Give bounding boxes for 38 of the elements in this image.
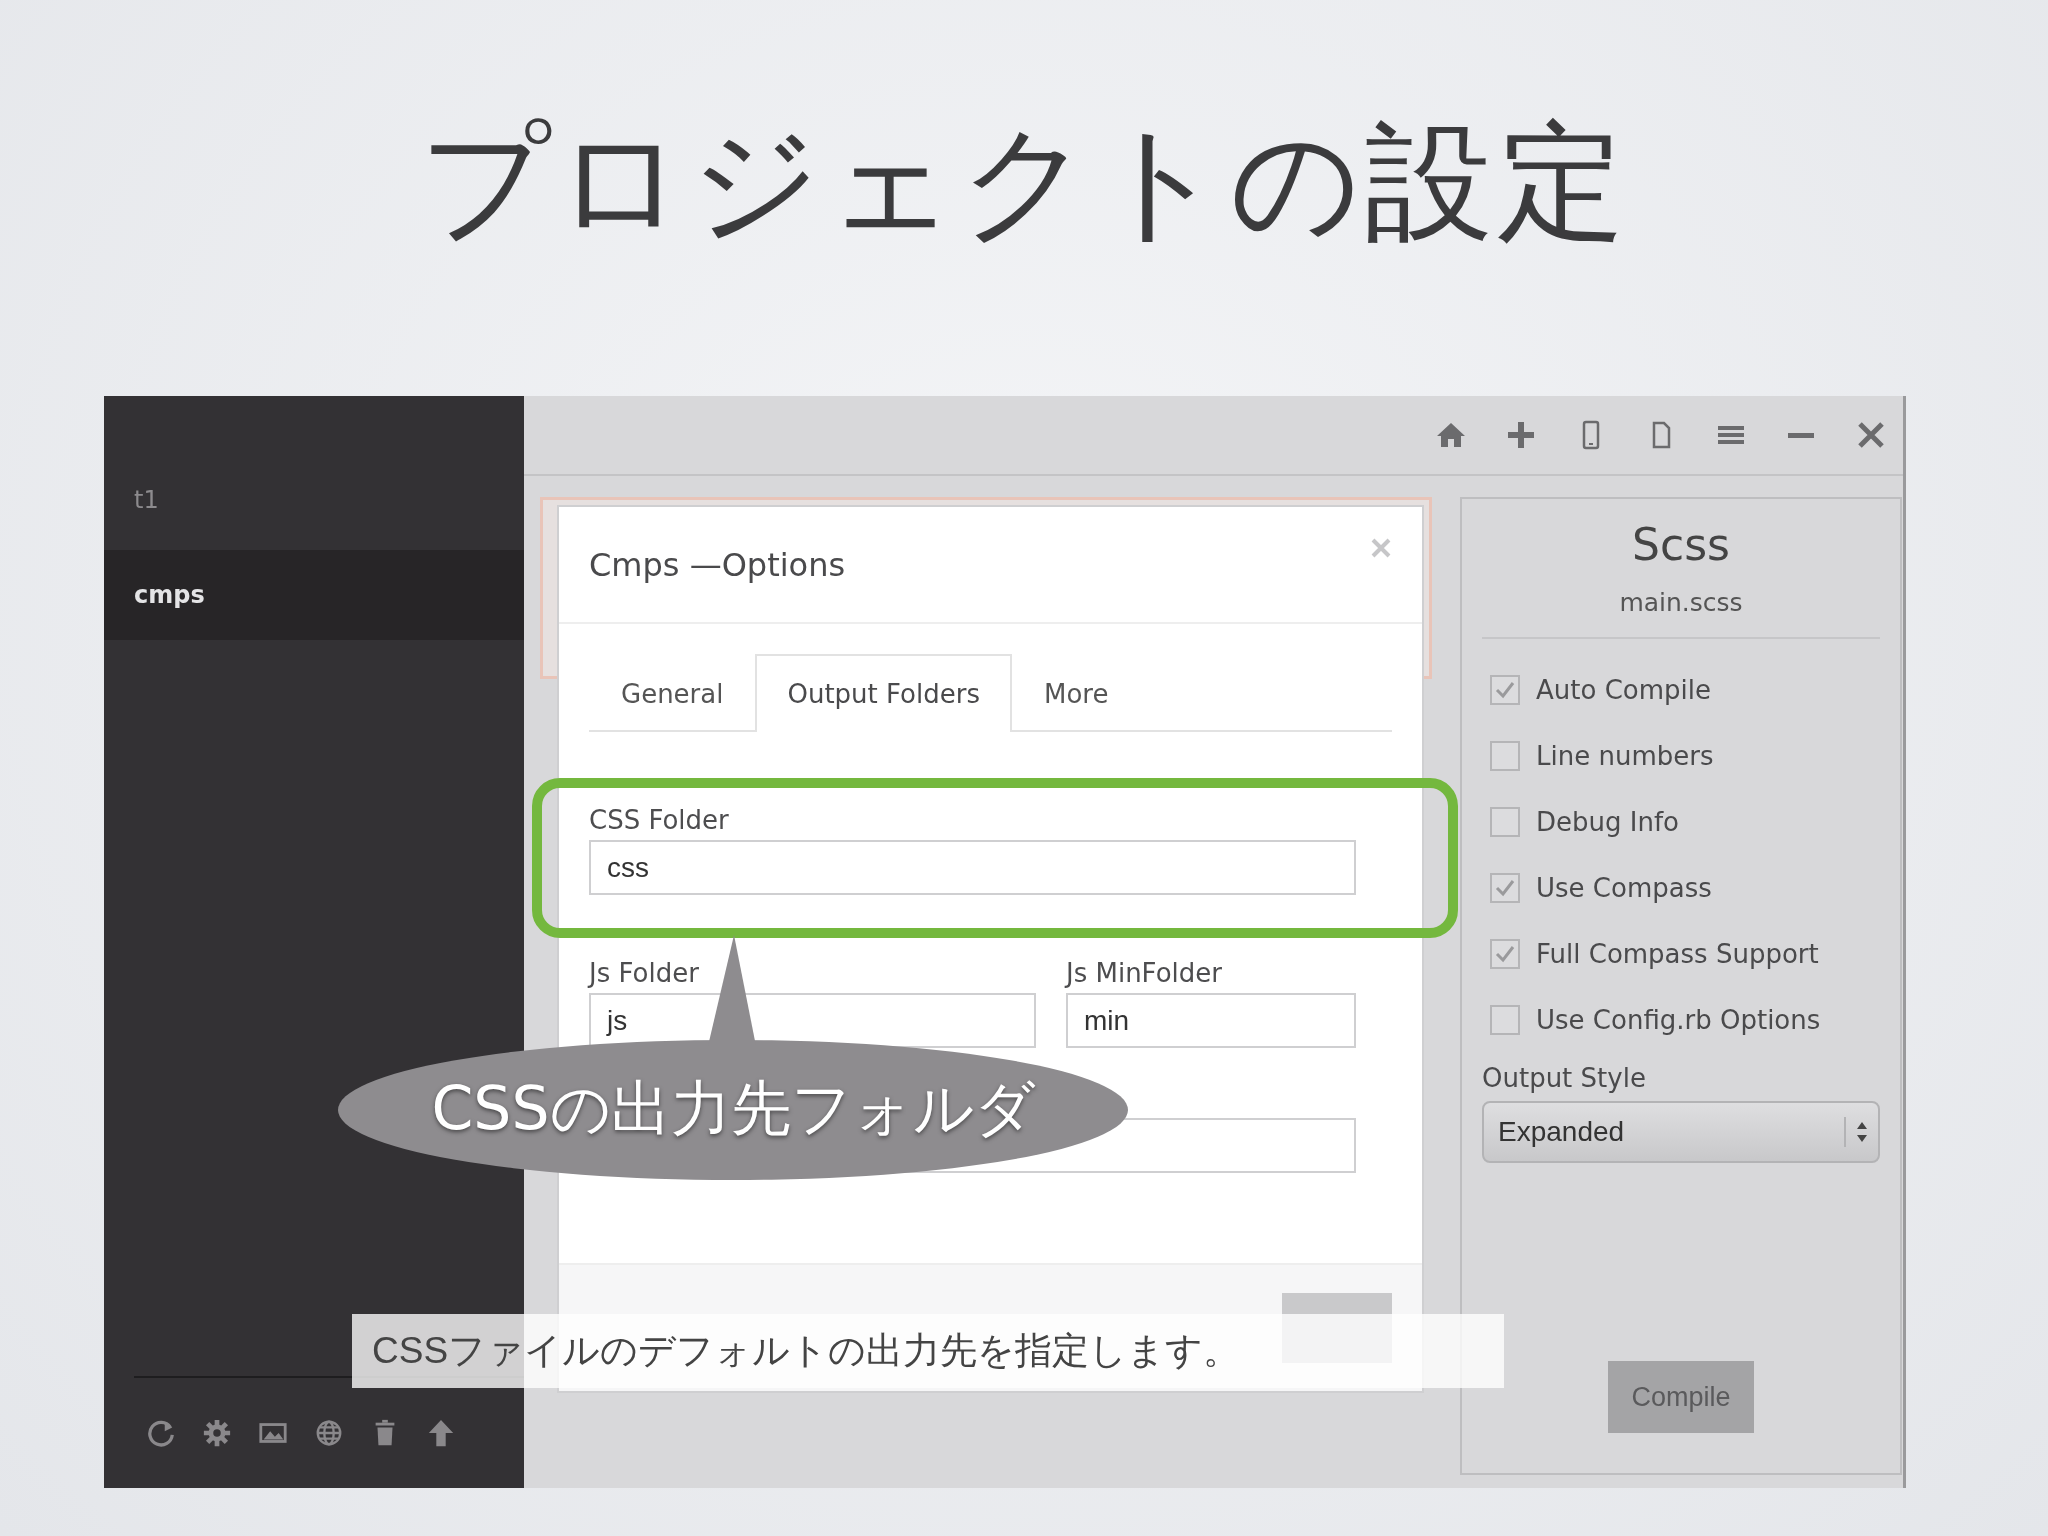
settings-icon[interactable] bbox=[202, 1418, 232, 1448]
caption-toast: CSSファイルのデフォルトの出力先を指定します。 bbox=[352, 1314, 1504, 1388]
project-item[interactable]: cmps bbox=[104, 550, 524, 640]
globe-icon[interactable] bbox=[314, 1418, 344, 1448]
file-name: main.scss bbox=[1482, 588, 1880, 639]
checkbox[interactable] bbox=[1490, 741, 1520, 771]
field-label: Js Folder bbox=[589, 957, 699, 989]
dialog-title: Cmps —Options bbox=[589, 545, 846, 584]
checkbox[interactable] bbox=[1490, 675, 1520, 705]
upload-icon[interactable] bbox=[426, 1418, 456, 1448]
option-label: Auto Compile bbox=[1536, 675, 1711, 705]
option-label: Full Compass Support bbox=[1536, 939, 1819, 969]
tab[interactable]: Output Folders bbox=[755, 654, 1012, 732]
input-field[interactable]: min bbox=[1066, 993, 1356, 1048]
checkmark-icon bbox=[1494, 679, 1516, 701]
tab[interactable]: More bbox=[1011, 654, 1141, 732]
plus-icon[interactable] bbox=[1505, 419, 1537, 451]
checkbox[interactable] bbox=[1490, 807, 1520, 837]
callout-text: CSSの出力先フォルダ bbox=[431, 1072, 1035, 1145]
checkbox[interactable] bbox=[1490, 1005, 1520, 1035]
style-select[interactable]: Expanded bbox=[1482, 1101, 1880, 1163]
option-label: Debug Info bbox=[1536, 807, 1679, 837]
refresh-icon[interactable] bbox=[146, 1418, 176, 1448]
option-label: Use Config.rb Options bbox=[1536, 1005, 1821, 1035]
option-label: Line numbers bbox=[1536, 741, 1714, 771]
field-label: Output Style bbox=[1482, 1063, 1647, 1093]
checkmark-icon bbox=[1494, 943, 1516, 965]
checkbox[interactable] bbox=[1490, 873, 1520, 903]
panel-title: Scss bbox=[1631, 519, 1731, 570]
project-item[interactable]: t1 bbox=[104, 486, 524, 550]
input-field[interactable]: css bbox=[589, 840, 1356, 895]
checkbox[interactable] bbox=[1490, 939, 1520, 969]
field-label: CSS Folder bbox=[589, 804, 729, 836]
slide-title: プロジェクトの設定 bbox=[418, 106, 1630, 258]
option-label: Use Compass bbox=[1536, 873, 1712, 903]
field-label: Js MinFolder bbox=[1066, 957, 1222, 989]
tab[interactable]: General bbox=[589, 654, 756, 732]
checkmark-icon bbox=[1494, 877, 1516, 899]
